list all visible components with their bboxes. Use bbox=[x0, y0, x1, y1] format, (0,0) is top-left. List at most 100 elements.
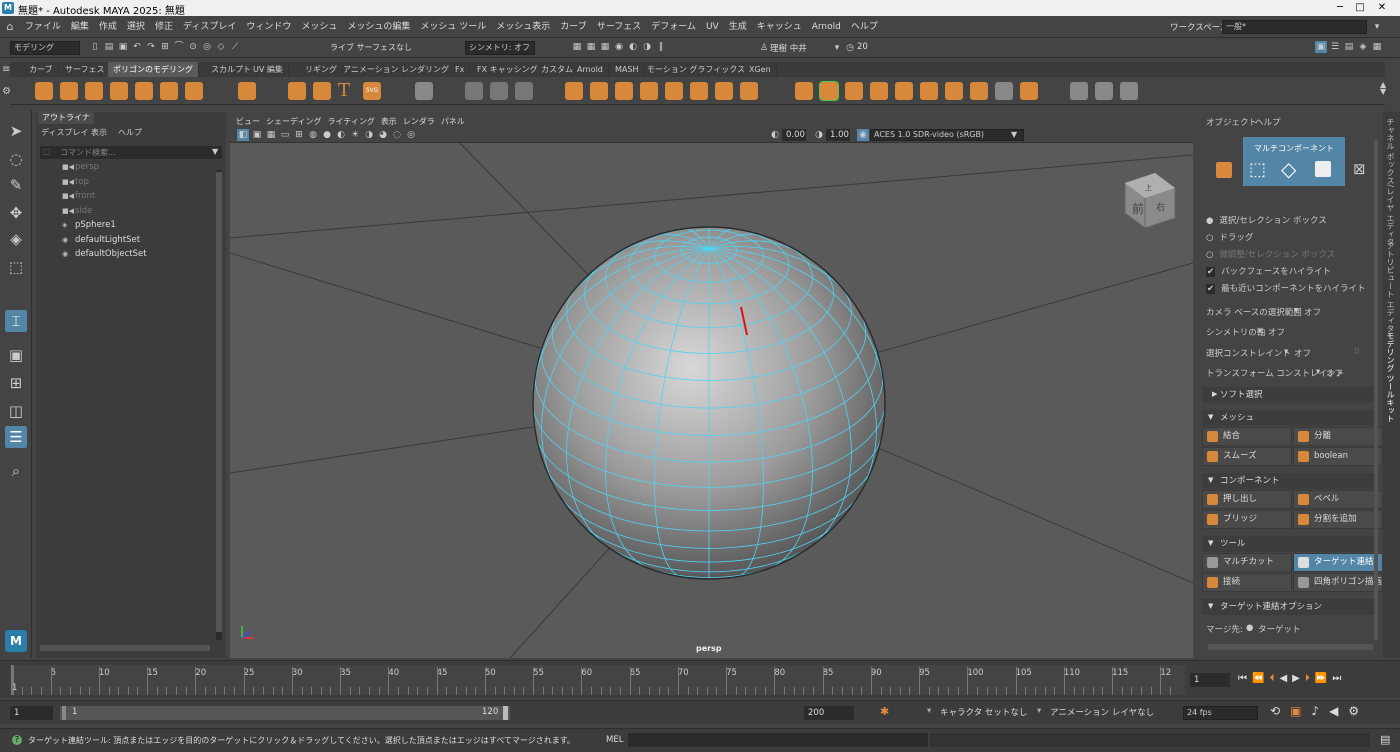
select-tool-icon[interactable]: ➤ bbox=[5, 120, 27, 142]
shelf-menu-icon[interactable]: ≡ bbox=[2, 64, 10, 75]
toolkit-v-scrollbar[interactable] bbox=[1374, 140, 1378, 640]
radio-icon[interactable]: ○ bbox=[1206, 250, 1213, 260]
viewcube-front-label[interactable]: 前 bbox=[1132, 201, 1144, 216]
render-settings-icon[interactable]: ▦ bbox=[599, 41, 611, 53]
shelf-tab-12[interactable]: MASH bbox=[610, 62, 645, 77]
transform-constraint-value[interactable]: オフ bbox=[1326, 367, 1343, 379]
viewport-menu-2[interactable]: ライティング bbox=[327, 117, 374, 126]
uv-layout-icon[interactable] bbox=[415, 82, 433, 100]
gamma-field[interactable]: 1.00 bbox=[826, 129, 850, 141]
edge-mode-icon[interactable]: ◇ bbox=[1281, 157, 1296, 181]
ao-icon[interactable]: ◕ bbox=[377, 129, 389, 141]
bevel-button[interactable]: ベベル bbox=[1293, 490, 1383, 509]
multicut-button[interactable]: マルチカット bbox=[1202, 553, 1292, 572]
svg-tool-icon[interactable]: SVG bbox=[363, 82, 381, 100]
snap-grid-icon[interactable]: ⊞ bbox=[159, 41, 171, 53]
bridge-button[interactable]: ブリッジ bbox=[1202, 510, 1292, 529]
snap-view-icon[interactable]: ◎ bbox=[201, 41, 213, 53]
auto-key-icon[interactable]: ✱ bbox=[880, 705, 889, 718]
undo-icon[interactable]: ↶ bbox=[131, 41, 143, 53]
quad-draw-icon[interactable] bbox=[1120, 82, 1138, 100]
remesh-icon[interactable] bbox=[740, 82, 758, 100]
select-constraint-num[interactable]: 0 bbox=[1354, 347, 1359, 357]
mesh-collapse-icon[interactable]: ▼ bbox=[1208, 413, 1213, 421]
menu-1[interactable]: 編集 bbox=[66, 16, 94, 38]
select-camera-icon[interactable]: ◧ bbox=[237, 129, 249, 141]
viewport-menu-5[interactable]: パネル bbox=[441, 117, 465, 126]
reduce-icon[interactable] bbox=[690, 82, 708, 100]
smooth-button[interactable]: スムーズ bbox=[1202, 447, 1292, 466]
colorspace-dropdown-icon[interactable]: ▼ bbox=[1011, 130, 1017, 139]
shelf-tab-4[interactable]: UV 編集 bbox=[248, 62, 289, 77]
goto-end-icon[interactable]: ⏭ bbox=[1332, 673, 1346, 684]
target-options-collapse-icon[interactable]: ▼ bbox=[1208, 602, 1213, 610]
paint-select-tool-icon[interactable]: ✎ bbox=[5, 174, 27, 196]
redo-icon[interactable]: ↷ bbox=[145, 41, 157, 53]
combine-button[interactable]: 結合 bbox=[1202, 427, 1292, 446]
next-key-icon[interactable]: ⏵ bbox=[1305, 673, 1315, 684]
origin-icon[interactable] bbox=[515, 82, 533, 100]
anim-layer-dropdown-icon[interactable]: ▾ bbox=[1037, 706, 1041, 716]
snap-surface-icon[interactable]: ◇ bbox=[215, 41, 227, 53]
outliner-item-6[interactable]: ◉ defaultObjectSet bbox=[62, 248, 147, 261]
menu-14[interactable]: UV bbox=[701, 16, 724, 38]
image-plane-icon[interactable]: ▭ bbox=[279, 129, 291, 141]
shelf-scroll-icon[interactable]: ▲ ▼ bbox=[1380, 81, 1386, 96]
user-name[interactable]: 理樹 中井 bbox=[770, 42, 807, 54]
outliner-item-1[interactable]: ■◀top bbox=[62, 176, 89, 189]
poly-cylinder-icon[interactable] bbox=[85, 82, 103, 100]
shelf-tab-9[interactable]: FX キャッシング bbox=[472, 62, 544, 77]
poke-icon[interactable] bbox=[945, 82, 963, 100]
loop-icon[interactable]: ⟲ bbox=[1270, 704, 1290, 718]
attribute-editor-toggle-icon[interactable]: ☰ bbox=[1329, 41, 1341, 53]
live-surface-label[interactable]: ライブ サーフェスなし bbox=[330, 42, 412, 53]
target-weld-tool-icon[interactable]: ⌶ bbox=[5, 310, 27, 332]
hypershade-icon[interactable]: ◉ bbox=[613, 41, 625, 53]
selection-option-1[interactable]: ○ ドラッグ bbox=[1206, 231, 1253, 243]
modeling-toolkit-tab[interactable]: モデリング ツールキット bbox=[1385, 332, 1396, 423]
user-dropdown-icon[interactable]: ▾ bbox=[831, 42, 843, 54]
range-end-handle[interactable] bbox=[503, 706, 508, 720]
step-forward-icon[interactable]: ⏩ bbox=[1315, 673, 1332, 684]
wedge-icon[interactable] bbox=[920, 82, 938, 100]
outliner-search-input[interactable]: コマンド検索... bbox=[40, 146, 222, 159]
viewcube-right-label[interactable]: 右 bbox=[1156, 201, 1165, 213]
play-back-icon[interactable]: ◀ bbox=[1279, 673, 1292, 684]
soft-select-icon[interactable] bbox=[465, 82, 483, 100]
mesh-section[interactable]: メッシュ bbox=[1202, 410, 1374, 426]
type-tool-icon[interactable]: T bbox=[338, 80, 350, 101]
smooth-icon[interactable] bbox=[665, 82, 683, 100]
grid-toggle-icon[interactable]: ⊞ bbox=[293, 129, 305, 141]
color-management-icon[interactable]: ◉ bbox=[857, 129, 869, 141]
menu-4[interactable]: 修正 bbox=[150, 16, 178, 38]
menu-9[interactable]: メッシュ ツール bbox=[415, 16, 491, 38]
extract-icon[interactable] bbox=[615, 82, 633, 100]
menu-12[interactable]: サーフェス bbox=[592, 16, 646, 38]
shelf-tab-1[interactable]: サーフェス bbox=[60, 62, 111, 77]
transform-constraint-dropdown-icon[interactable]: ▾ bbox=[1316, 367, 1320, 377]
multicomponent-box[interactable]: マルチコンポーネント ⬚ ◇ bbox=[1243, 137, 1345, 186]
soft-select-section[interactable]: ソフト選択 bbox=[1202, 387, 1374, 403]
component-section[interactable]: コンポーネント bbox=[1202, 473, 1374, 489]
triangulate-icon[interactable] bbox=[995, 82, 1013, 100]
menu-6[interactable]: ウィンドウ bbox=[241, 16, 296, 38]
sweep-mesh-icon[interactable] bbox=[313, 82, 331, 100]
boolean-icon[interactable] bbox=[715, 82, 733, 100]
prev-key-icon[interactable]: ⏴ bbox=[1269, 673, 1279, 684]
script-editor-icon[interactable]: ▤ bbox=[1380, 733, 1390, 746]
close-button[interactable]: ✕ bbox=[1362, 0, 1400, 16]
symmetry-axis-dropdown-icon[interactable]: ▾ bbox=[1258, 326, 1262, 336]
outliner-menu-show[interactable]: 表示 bbox=[91, 127, 107, 138]
poly-sphere-icon[interactable] bbox=[35, 82, 53, 100]
command-line-input[interactable] bbox=[628, 733, 928, 747]
viewport-menu-4[interactable]: レンダラ bbox=[403, 117, 435, 126]
goto-start-icon[interactable]: ⏮ bbox=[1238, 673, 1252, 684]
anim-prefs-icon[interactable]: ⚙ bbox=[1348, 704, 1369, 718]
range-start-handle[interactable] bbox=[62, 706, 66, 720]
time-ruler[interactable]: 1 5 10 15 20 25 30 35 40 45 50 55 60 65 70 75 80 85 90 95 10… bbox=[10, 665, 1185, 695]
bridge-icon[interactable] bbox=[845, 82, 863, 100]
outliner-h-scrollbar[interactable] bbox=[40, 645, 210, 651]
home-icon[interactable]: ⌂ bbox=[4, 20, 16, 33]
workspace-dropdown-icon[interactable]: ▾ bbox=[1371, 21, 1383, 33]
fill-hole-icon[interactable] bbox=[870, 82, 888, 100]
